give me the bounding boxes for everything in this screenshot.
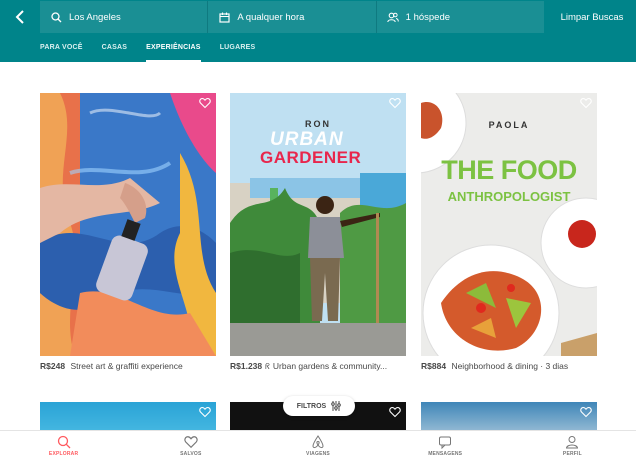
tab-lugares[interactable]: LUGARES (220, 38, 256, 62)
nav-salvos[interactable]: SALVOS (127, 431, 254, 461)
heart-icon[interactable] (580, 97, 592, 109)
poster-host-name: PAOLA (488, 120, 530, 130)
guests-value: 1 hóspede (405, 11, 451, 23)
poster-title-line2: GARDENER (260, 148, 362, 167)
card-title: Neighborhood & dining · 3 dias (451, 361, 569, 371)
card-image: RON URBAN GARDENER (230, 93, 406, 356)
heart-icon[interactable] (580, 406, 592, 418)
search-icon (50, 11, 62, 23)
bottom-nav: EXPLORAR SALVOS VIAGENS MENSAGENS PERFIL (0, 430, 636, 461)
experience-card[interactable]: R$248 Street art & graffiti experience (40, 93, 216, 371)
nav-explorar[interactable]: EXPLORAR (0, 431, 127, 461)
clear-search-button[interactable]: Limpar Buscas (548, 1, 636, 33)
poster-title-line1: THE FOOD (441, 155, 577, 185)
tab-experiencias[interactable]: EXPERIÊNCIAS (146, 38, 201, 62)
filters-label: FILTROS (296, 402, 327, 410)
nav-label: SALVOS (180, 451, 202, 457)
top-header: Los Angeles A qualquer hora 1 hóspede Li… (0, 0, 636, 62)
heart-icon[interactable] (389, 406, 401, 418)
search-bar: Los Angeles A qualquer hora 1 hóspede (40, 1, 544, 33)
category-tabs: PARA VOCÊ CASAS EXPERIÊNCIAS LUGARES (40, 38, 274, 62)
tab-para-voce[interactable]: PARA VOCÊ (40, 38, 83, 62)
experience-card[interactable] (40, 402, 216, 430)
filters-icon (331, 401, 342, 411)
nav-viagens[interactable]: VIAGENS (254, 431, 381, 461)
search-icon (57, 435, 71, 449)
back-button[interactable] (10, 6, 30, 28)
nav-label: VIAGENS (306, 451, 330, 457)
dates-field[interactable]: A qualquer hora (208, 1, 377, 33)
card-image: PAOLA THE FOOD ANTHROPOLOGIST (421, 93, 597, 356)
card-title: Urban gardens & community... (272, 361, 388, 371)
card-image (40, 93, 216, 356)
message-icon (439, 436, 452, 449)
guests-field[interactable]: 1 hóspede (377, 1, 544, 33)
tab-casas[interactable]: CASAS (102, 38, 128, 62)
heart-icon[interactable] (199, 97, 211, 109)
poster-host-name: RON (305, 119, 331, 129)
guests-icon (386, 11, 399, 23)
experience-card[interactable] (421, 402, 597, 430)
profile-icon (566, 436, 579, 449)
chevron-left-icon (15, 10, 24, 24)
heart-icon[interactable] (389, 97, 401, 109)
filters-button[interactable]: FILTROS (283, 396, 355, 416)
heart-icon[interactable] (199, 406, 211, 418)
card-price: R$884 (421, 361, 447, 371)
heart-icon (184, 436, 198, 449)
location-value: Los Angeles (69, 11, 121, 23)
nav-mensagens[interactable]: MENSAGENS (382, 431, 509, 461)
superhost-icon: ᖇ (265, 362, 270, 371)
card-price: R$248 (40, 361, 66, 371)
dates-value: A qualquer hora (237, 11, 305, 23)
nav-label: MENSAGENS (428, 451, 463, 457)
card-title: Street art & graffiti experience (70, 361, 183, 371)
card-price: R$1.238 (230, 361, 263, 371)
poster-title-line2: ANTHROPOLOGIST (447, 189, 571, 204)
nav-label: EXPLORAR (48, 451, 79, 457)
location-field[interactable]: Los Angeles (40, 1, 209, 33)
experience-card[interactable]: PAOLA THE FOOD ANTHROPOLOGIST R$884 Neig… (421, 93, 597, 371)
calendar-icon (218, 11, 230, 23)
experience-card[interactable]: RON URBAN GARDENER R$1.238 ᖇ Urban gardens… (230, 93, 406, 372)
nav-perfil[interactable]: PERFIL (509, 431, 636, 461)
nav-label: PERFIL (562, 451, 582, 457)
airbnb-logo-icon (312, 435, 324, 449)
